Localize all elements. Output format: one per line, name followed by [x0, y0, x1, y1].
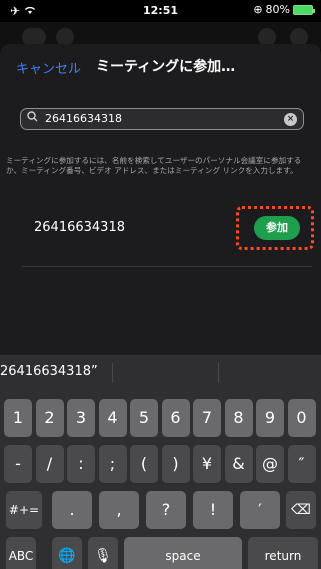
symbol-key[interactable]: - [4, 445, 32, 483]
symbol-key[interactable]: & [224, 445, 253, 483]
microphone-icon[interactable]: 🎙 [88, 537, 118, 569]
symbol-key[interactable]: ( [130, 445, 158, 483]
number-key[interactable]: 2 [35, 399, 64, 437]
symbol-key[interactable]: ″ [287, 445, 316, 483]
symbol-key[interactable]: @ [256, 445, 284, 483]
symbol-key[interactable]: ) [161, 445, 190, 483]
search-icon [27, 111, 38, 125]
symbol-key[interactable]: : [67, 445, 95, 483]
number-key[interactable]: 3 [67, 399, 95, 437]
number-key[interactable]: 9 [256, 399, 284, 437]
return-key[interactable]: return [248, 537, 318, 569]
symbol-key[interactable]: / [35, 445, 64, 483]
search-input[interactable]: 26416634318 × [20, 108, 304, 130]
symbol-key[interactable]: ; [98, 445, 127, 483]
symbol-key[interactable]: ¥ [193, 445, 221, 483]
abc-key[interactable]: ABC [6, 537, 36, 569]
punctuation-key[interactable]: ! [193, 491, 233, 529]
join-hint-text: ミーティングに参加するには、名前を検索してユーザーのパーソナル会議室に参加するか… [6, 156, 302, 175]
number-key[interactable]: 0 [287, 399, 316, 437]
suggestion-divider [218, 363, 219, 383]
battery-percent: 80% [265, 3, 290, 16]
status-right: ⊕ 80% [253, 3, 315, 16]
punctuation-key[interactable]: ? [146, 491, 186, 529]
clear-search-icon[interactable]: × [284, 113, 297, 126]
join-button[interactable]: 参加 [254, 216, 300, 240]
backspace-key[interactable]: ⌫ [286, 491, 316, 529]
page-title: ミーティングに参加… [96, 59, 236, 75]
punctuation-key[interactable]: ′ [240, 491, 280, 529]
punctuation-key[interactable]: , [99, 491, 139, 529]
status-bar: ✈ 12:51 ⊕ 80% [0, 0, 321, 22]
keyboard: 26416634318” 1234567890 - /:;() ¥ & @ ″ #+= .… [0, 355, 321, 569]
meeting-number-result[interactable]: 26416634318 [34, 220, 125, 235]
number-key[interactable]: 8 [224, 399, 253, 437]
globe-icon[interactable]: 🌐 [52, 537, 82, 569]
space-key[interactable]: space [124, 537, 242, 569]
suggestion-text[interactable]: 26416634318” [0, 364, 98, 379]
suggestion-divider [112, 363, 113, 383]
divider [22, 266, 312, 267]
cancel-button[interactable]: キャンセル [16, 58, 81, 77]
orientation-lock-icon: ⊕ [253, 3, 263, 16]
number-key[interactable]: 6 [161, 399, 190, 437]
join-meeting-sheet [0, 44, 321, 355]
number-key[interactable]: 4 [98, 399, 127, 437]
battery-icon [293, 4, 315, 15]
search-value: 26416634318 [45, 112, 122, 125]
symbols-mode-key[interactable]: #+= [6, 491, 42, 529]
number-key[interactable]: 7 [193, 399, 221, 437]
number-key[interactable]: 5 [130, 399, 158, 437]
suggestion-bar: 26416634318” [0, 355, 321, 391]
punctuation-key[interactable]: . [52, 491, 92, 529]
number-key[interactable]: 1 [4, 399, 32, 437]
